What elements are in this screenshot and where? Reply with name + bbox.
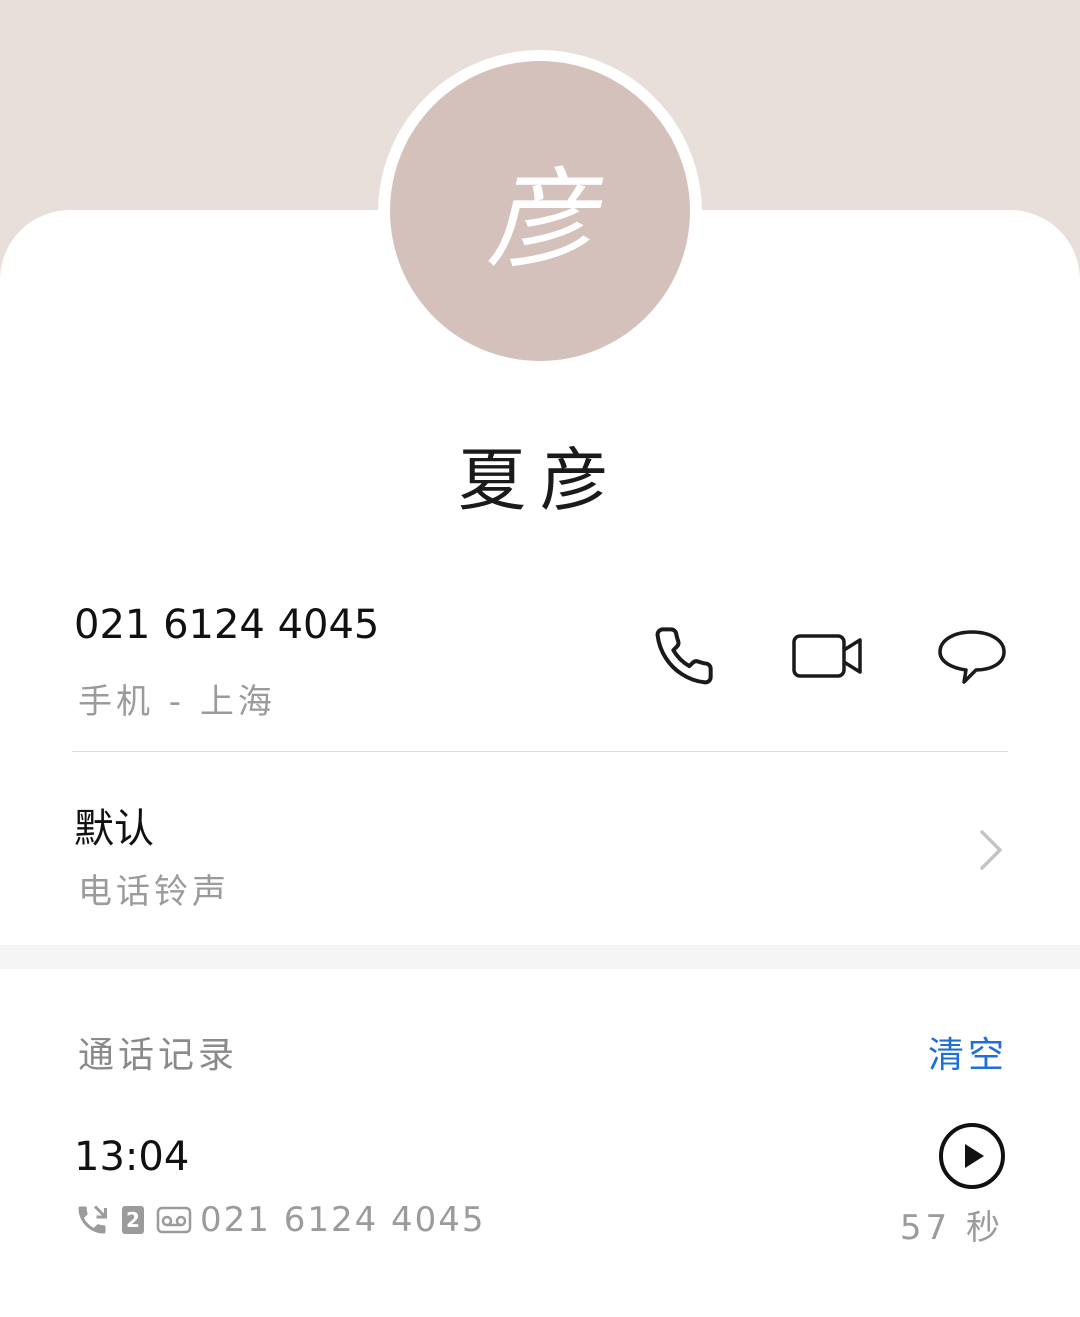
message-icon — [938, 630, 1006, 684]
phone-icon — [655, 627, 713, 685]
phone-number[interactable]: 021 6124 4045 — [74, 602, 379, 648]
voicemail-icon — [156, 1206, 192, 1234]
outgoing-call-icon — [78, 1205, 107, 1234]
chevron-right-icon[interactable] — [972, 826, 1008, 874]
contact-name: 夏彦 — [457, 442, 622, 521]
section-divider — [0, 945, 1080, 969]
avatar[interactable]: 彦 — [390, 61, 690, 361]
call-duration: 57 秒 — [899, 1208, 1004, 1248]
sim-2-icon: 2 — [122, 1206, 144, 1234]
message-button[interactable] — [934, 620, 1010, 692]
ringtone-value[interactable]: 默认 — [74, 796, 154, 854]
play-recording-icon[interactable] — [938, 1122, 1006, 1190]
call-time: 13:04 — [74, 1134, 190, 1180]
avatar-initial: 彦 — [485, 158, 594, 283]
call-number: 021 6124 4045 — [200, 1200, 486, 1240]
ringtone-label: 电话铃声 — [78, 872, 230, 912]
call-log-title: 通话记录 — [78, 1035, 239, 1076]
clear-button[interactable]: 清空 — [928, 1026, 1008, 1078]
phone-label: 手机 - 上海 — [78, 682, 276, 722]
call-button[interactable] — [648, 620, 720, 692]
video-call-button[interactable] — [788, 620, 868, 692]
divider — [72, 751, 1008, 752]
call-meta: 2 021 6124 4045 — [74, 1200, 486, 1240]
video-call-icon — [792, 634, 862, 678]
